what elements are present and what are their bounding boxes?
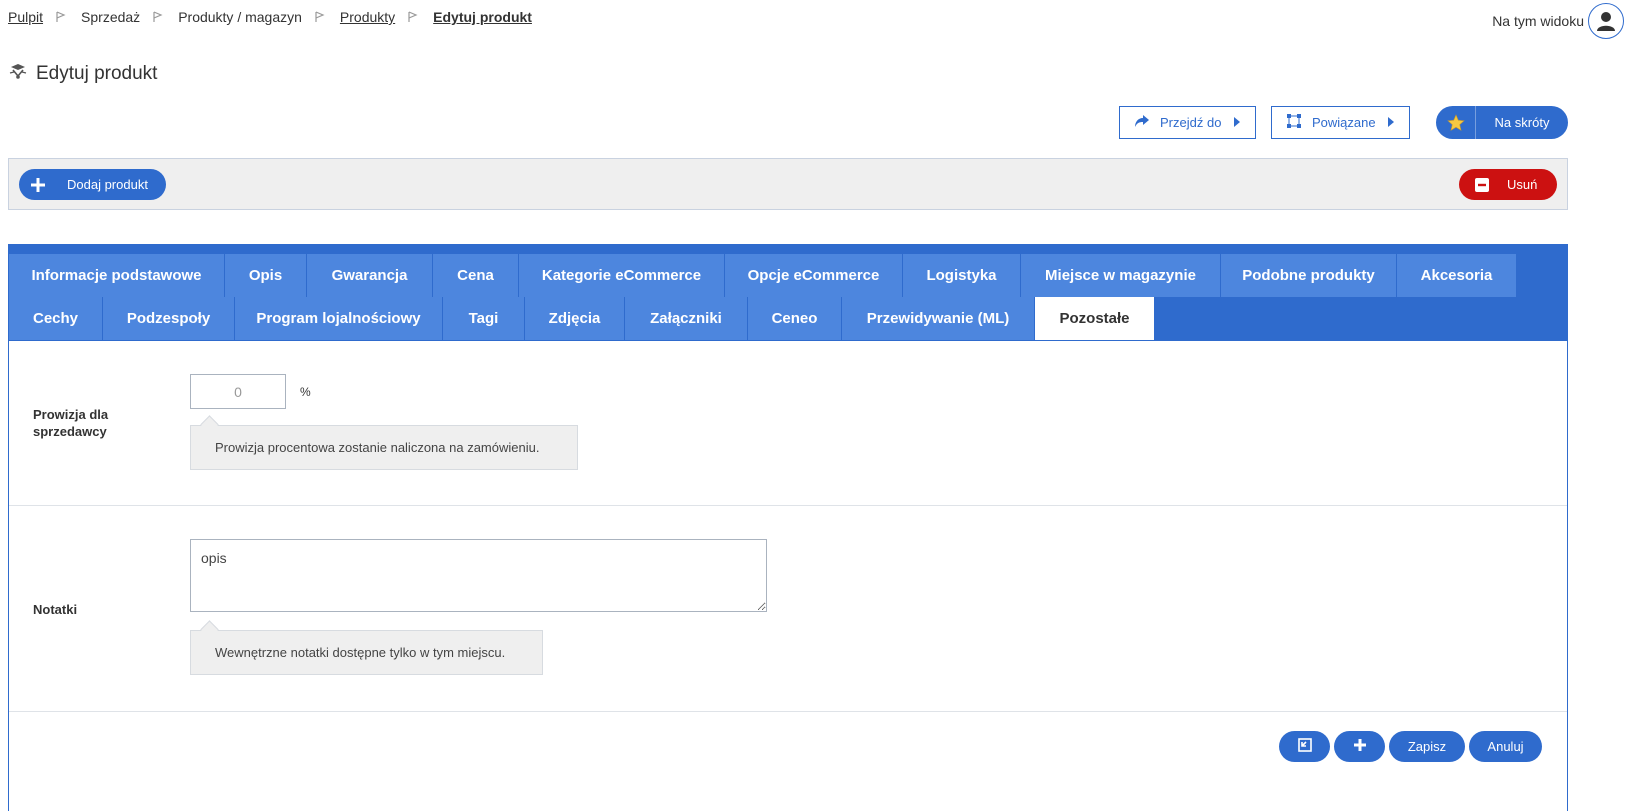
- tab-zalaczniki[interactable]: Załączniki: [625, 297, 748, 340]
- save-and-new-button[interactable]: [1334, 731, 1385, 762]
- goto-button[interactable]: Przejdź do: [1119, 106, 1256, 139]
- view-user-menu[interactable]: Na tym widoku: [1492, 3, 1624, 39]
- notes-hint: Wewnętrzne notatki dostępne tylko w tym …: [190, 630, 543, 675]
- caret-right-icon: [1387, 115, 1395, 130]
- tab-gwarancja[interactable]: Gwarancja: [307, 254, 433, 297]
- cancel-button[interactable]: Anuluj: [1469, 731, 1542, 762]
- commission-label: Prowizja dla sprzedawcy: [33, 407, 109, 439]
- tab-logistyka[interactable]: Logistyka: [903, 254, 1021, 297]
- save-button[interactable]: Zapisz: [1389, 731, 1465, 762]
- tab-miejsce-w-magazynie[interactable]: Miejsce w magazynie: [1021, 254, 1221, 297]
- save-and-return-button[interactable]: [1279, 731, 1330, 762]
- percent-unit: %: [300, 385, 311, 399]
- share-arrow-icon: [1134, 114, 1150, 131]
- tab-cechy[interactable]: Cechy: [9, 297, 103, 340]
- related-button[interactable]: Powiązane: [1271, 106, 1410, 139]
- nodes-icon: [1286, 113, 1302, 132]
- tab-ceneo[interactable]: Ceneo: [748, 297, 842, 340]
- commission-hint: Prowizja procentowa zostanie naliczona n…: [190, 425, 578, 470]
- tab-cena[interactable]: Cena: [433, 254, 519, 297]
- delete-button[interactable]: Usuń: [1459, 169, 1557, 200]
- product-icon: [8, 61, 28, 87]
- tab-opis[interactable]: Opis: [225, 254, 307, 297]
- breadcrumb-sprzedaz: Sprzedaż: [81, 9, 141, 25]
- star-icon: [1436, 106, 1476, 139]
- flag-icon: [55, 11, 67, 23]
- tab-pozostale[interactable]: Pozostałe: [1035, 297, 1155, 340]
- breadcrumb-pulpit[interactable]: Pulpit: [8, 9, 43, 25]
- notes-label: Notatki: [33, 602, 78, 617]
- breadcrumb-edytuj-produkt[interactable]: Edytuj produkt: [433, 9, 532, 25]
- tab-informacje-podstawowe[interactable]: Informacje podstawowe: [9, 254, 225, 297]
- shortcuts-button[interactable]: Na skróty: [1436, 106, 1568, 139]
- page-title-text: Edytuj produkt: [36, 63, 158, 84]
- caret-right-icon: [1233, 115, 1241, 130]
- tab-podzespoly[interactable]: Podzespoły: [103, 297, 235, 340]
- shortcuts-label: Na skróty: [1494, 115, 1550, 130]
- plus-icon: [19, 177, 57, 193]
- flag-icon: [152, 11, 164, 23]
- tab-kategorie-ecommerce[interactable]: Kategorie eCommerce: [519, 254, 725, 297]
- add-product-label: Dodaj produkt: [67, 177, 148, 192]
- toolbar: Dodaj produkt Usuń: [8, 158, 1568, 210]
- tab-podobne-produkty[interactable]: Podobne produkty: [1221, 254, 1397, 297]
- add-product-button[interactable]: Dodaj produkt: [19, 169, 166, 200]
- goto-label: Przejdź do: [1160, 115, 1222, 130]
- tab-przewidywanie-ml[interactable]: Przewidywanie (ML): [842, 297, 1035, 340]
- breadcrumb-produkty[interactable]: Produkty: [340, 9, 395, 25]
- minus-box-icon: [1459, 177, 1499, 193]
- breadcrumb-produkty-magazyn: Produkty / magazyn: [178, 9, 302, 25]
- view-label: Na tym widoku: [1492, 13, 1584, 29]
- notes-textarea[interactable]: opis: [190, 539, 767, 612]
- tab-zdjecia[interactable]: Zdjęcia: [525, 297, 625, 340]
- notes-row: Notatki opis Wewnętrzne notatki dostępne…: [9, 506, 1567, 712]
- flag-icon: [314, 11, 326, 23]
- commission-input[interactable]: [190, 374, 286, 409]
- related-label: Powiązane: [1312, 115, 1376, 130]
- breadcrumb: Pulpit Sprzedaż Produkty / magazyn Produ…: [8, 9, 532, 25]
- product-tabs-panel: Informacje podstawowe Opis Gwarancja Cen…: [8, 244, 1568, 811]
- page-title: Edytuj produkt: [8, 61, 157, 87]
- tabs-bar: Informacje podstawowe Opis Gwarancja Cen…: [9, 244, 1567, 341]
- tab-program-lojalnosciowy[interactable]: Program lojalnościowy: [235, 297, 443, 340]
- delete-label: Usuń: [1507, 177, 1538, 192]
- tab-opcje-ecommerce[interactable]: Opcje eCommerce: [725, 254, 903, 297]
- user-avatar-icon[interactable]: [1588, 3, 1624, 39]
- return-icon: [1297, 738, 1312, 755]
- commission-row: Prowizja dla sprzedawcy % Prowizja proce…: [9, 341, 1567, 506]
- flag-icon: [407, 11, 419, 23]
- tab-akcesoria[interactable]: Akcesoria: [1397, 254, 1517, 297]
- tab-tagi[interactable]: Tagi: [443, 297, 525, 340]
- plus-icon: [1353, 738, 1367, 755]
